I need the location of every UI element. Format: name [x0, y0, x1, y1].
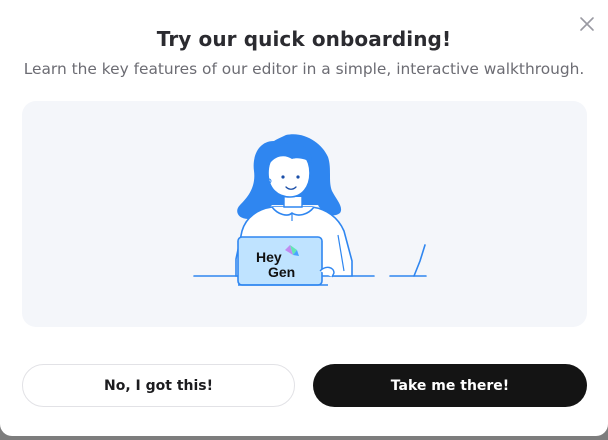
second-character-arm	[413, 244, 426, 277]
illustration-panel: Hey Gen	[22, 101, 587, 327]
onboarding-illustration: Hey Gen	[193, 134, 427, 286]
decline-button[interactable]: No, I got this!	[22, 364, 295, 407]
start-onboarding-button-label: Take me there!	[390, 377, 510, 394]
start-onboarding-button[interactable]: Take me there!	[313, 364, 587, 407]
logo-line1: Hey	[256, 249, 282, 265]
decline-button-label: No, I got this!	[104, 377, 213, 394]
onboarding-dialog: Try our quick onboarding! Learn the key …	[0, 0, 608, 436]
logo-line2: Gen	[268, 264, 295, 280]
dialog-subtitle: Learn the key features of our editor in …	[23, 60, 585, 78]
dialog-title: Try our quick onboarding!	[156, 27, 452, 51]
